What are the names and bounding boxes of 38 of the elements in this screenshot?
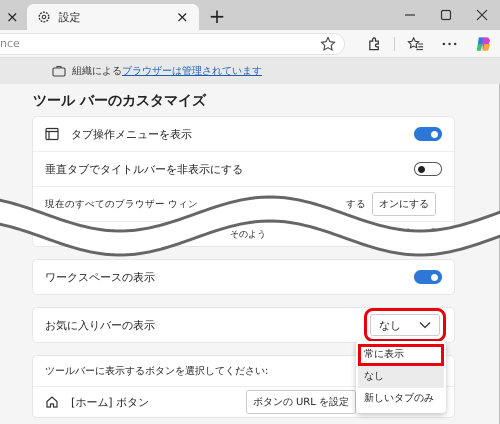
set-url-button[interactable]: ボタンの URL を設定 (246, 390, 356, 414)
turn-on-button[interactable]: オンにする (372, 192, 436, 216)
setting-label: ワークスペースの表示 (45, 270, 156, 284)
puzzle-icon[interactable] (366, 36, 382, 52)
menu-option[interactable]: なし (358, 366, 444, 388)
favorites-icon[interactable] (406, 36, 424, 52)
close-tab-button[interactable]: × (6, 8, 19, 26)
toggle-switch[interactable] (414, 162, 442, 176)
star-icon[interactable] (320, 36, 336, 52)
menu-option[interactable]: 新しいタブのみ (358, 388, 444, 410)
setting-label: お気に入りバーの表示 (45, 318, 156, 332)
address-field[interactable]: nce (0, 32, 345, 54)
chevron-down-icon (419, 321, 431, 329)
home-icon (45, 395, 59, 409)
close-tab-button[interactable]: × (176, 8, 189, 26)
toggle-switch[interactable] (414, 127, 442, 141)
browser-tab[interactable]: × (0, 4, 25, 30)
prompt-text: ツールバーに表示するボタンを選択してください: (45, 364, 268, 378)
section-title: ツール バーのカスタマイズ (33, 92, 208, 110)
feedback-text: そのよう (230, 228, 266, 240)
close-icon[interactable] (476, 9, 488, 21)
setting-label: 現在のすべてのブラウザー ウィン (45, 198, 198, 210)
managed-link[interactable]: ブラウザーは管理されています (122, 66, 262, 77)
tab-icon (45, 127, 59, 141)
menu-option[interactable]: 常に表示 (358, 344, 444, 366)
new-tab-button[interactable]: + (208, 4, 226, 28)
tab-title: 設定 (58, 10, 82, 24)
toggle-switch[interactable] (414, 270, 442, 284)
setting-label: タブ操作メニューを表示 (71, 126, 193, 142)
briefcase-icon (52, 65, 66, 77)
setting-label: 垂直タブでタイトルバーを非表示にする (45, 162, 244, 176)
managed-notice: 組織によるブラウザーは管理されています (72, 64, 262, 78)
settings-icon (36, 10, 51, 24)
more-icon[interactable] (442, 42, 457, 46)
browser-tab[interactable]: 設定 × (26, 4, 199, 30)
maximize-icon[interactable] (440, 9, 452, 21)
setting-label: する (346, 198, 366, 210)
setting-label: [ホーム] ボタン (71, 394, 150, 410)
